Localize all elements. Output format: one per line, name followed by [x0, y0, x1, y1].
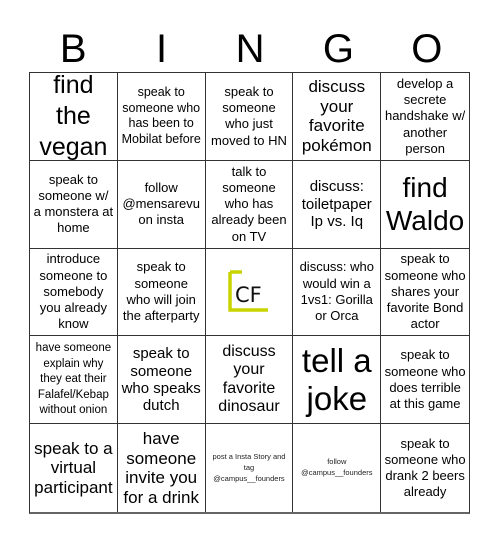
cell-text: have someone explain why they eat their …: [35, 342, 112, 417]
bingo-cell-r4c2[interactable]: speak to someone who speaks dutch: [117, 336, 206, 425]
bingo-cell-r2c3[interactable]: talk to someone who has already been on …: [205, 160, 294, 249]
bingo-cell-r3c2[interactable]: speak to someone who will join the after…: [117, 248, 206, 337]
header-letter-i: I: [156, 27, 168, 71]
cell-text: speak to a virtual participant: [34, 438, 113, 497]
cell-text: discuss: toiletpaper Ip vs. Iq: [301, 178, 372, 230]
bingo-cell-r4c3[interactable]: discuss your favorite dinosaur: [205, 336, 294, 425]
bingo-cell-r5c1[interactable]: speak to a virtual participant: [30, 424, 118, 512]
cell-text: discuss: who would win a 1vs1: Gorilla o…: [299, 259, 374, 324]
bingo-cell-r2c5[interactable]: find Waldo: [381, 161, 469, 249]
bingo-cell-r4c4[interactable]: tell a joke: [293, 336, 382, 425]
cell-text: speak to someone w/ a monstera at home: [33, 171, 114, 236]
cell-text: find the vegan: [39, 73, 108, 161]
cell-text: speak to someone who speaks dutch: [121, 345, 201, 415]
cell-text: speak to someone who has been to Mobilat…: [121, 85, 201, 147]
campus-founders-logo-icon: CF: [228, 270, 270, 314]
cell-text: tell a joke: [301, 341, 372, 417]
bingo-cell-r1c1[interactable]: find the vegan: [30, 73, 118, 161]
cell-text: discuss your favorite dinosaur: [218, 343, 280, 416]
cell-text: follow @campus__founders: [301, 457, 373, 478]
bingo-card-grid: find the vegan speak to someone who has …: [29, 72, 470, 514]
bingo-header: B I N G O: [29, 26, 471, 72]
cell-text: follow @mensarevu on insta: [122, 179, 200, 228]
cell-text: speak to someone who just moved to HN: [211, 83, 287, 148]
header-letter-g: G: [322, 27, 354, 71]
bingo-cell-r5c4[interactable]: follow @campus__founders: [293, 424, 382, 512]
bingo-cell-r4c5[interactable]: speak to someone who does terrible at th…: [381, 336, 469, 425]
bingo-cell-r2c4[interactable]: discuss: toiletpaper Ip vs. Iq: [293, 160, 382, 249]
bingo-cell-free-space[interactable]: CF: [205, 248, 294, 337]
bingo-cell-r1c3[interactable]: speak to someone who just moved to HN: [205, 73, 294, 161]
bingo-cell-r3c5[interactable]: speak to someone who shares your favorit…: [381, 249, 469, 337]
bingo-cell-r1c4[interactable]: discuss your favorite pokémon: [293, 73, 382, 161]
cell-text: post a Insta Story and tag @campus__foun…: [212, 451, 286, 483]
header-letter-b: B: [59, 27, 87, 71]
cell-text: discuss your favorite pokémon: [301, 77, 372, 155]
header-letter-o: O: [411, 27, 443, 71]
cell-text: speak to someone who does terrible at th…: [384, 347, 466, 412]
bingo-cell-r1c5[interactable]: develop a secrete handshake w/ another p…: [381, 73, 469, 161]
cell-text: speak to someone who will join the after…: [122, 259, 200, 324]
bingo-cell-r5c2[interactable]: have someone invite you for a drink: [118, 424, 206, 512]
cell-text: talk to someone who has already been on …: [211, 163, 287, 244]
bingo-cell-r5c3[interactable]: post a Insta Story and tag @campus__foun…: [206, 424, 294, 512]
bingo-cell-r1c2[interactable]: speak to someone who has been to Mobilat…: [117, 73, 206, 161]
cf-logo-svg: CF: [228, 270, 268, 312]
bingo-cell-r5c5[interactable]: speak to someone who drank 2 beers alrea…: [381, 424, 469, 512]
cell-text: find Waldo: [385, 171, 465, 237]
cell-text: introduce someone to somebody you alread…: [39, 251, 108, 332]
logo-text: CF: [235, 283, 262, 307]
cell-text: speak to someone who drank 2 beers alrea…: [384, 435, 466, 500]
bingo-cell-r2c1[interactable]: speak to someone w/ a monstera at home: [30, 160, 118, 249]
cell-text: speak to someone who shares your favorit…: [384, 251, 466, 332]
header-letter-n: N: [235, 27, 265, 71]
cell-text: have someone invite you for a drink: [123, 429, 199, 507]
bingo-cell-r4c1[interactable]: have someone explain why they eat their …: [30, 336, 118, 425]
bingo-cell-r3c4[interactable]: discuss: who would win a 1vs1: Gorilla o…: [293, 248, 382, 337]
cell-text: develop a secrete handshake w/ another p…: [384, 75, 466, 156]
bingo-cell-r2c2[interactable]: follow @mensarevu on insta: [117, 160, 206, 249]
bingo-cell-r3c1[interactable]: introduce someone to somebody you alread…: [30, 248, 118, 337]
